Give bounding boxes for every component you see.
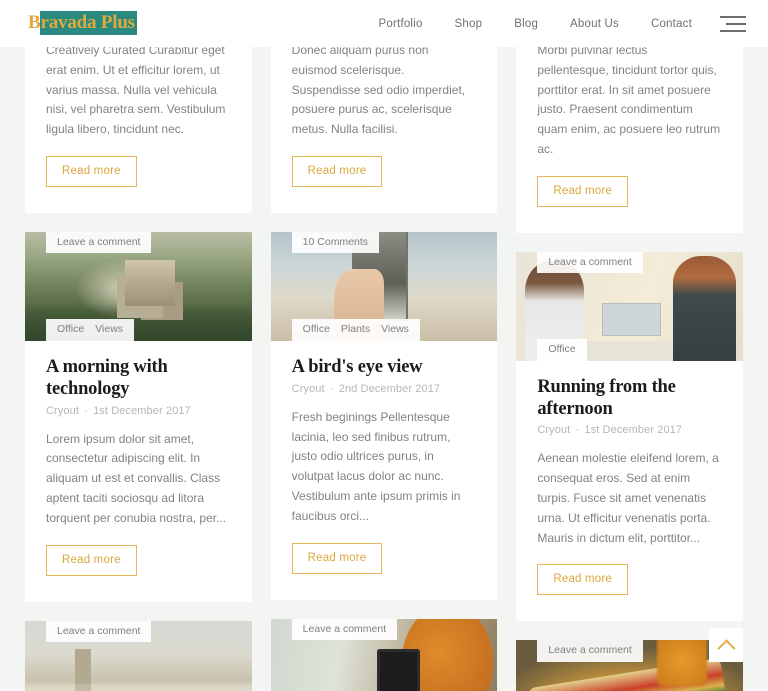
post-thumbnail[interactable]: Leave a comment Office Views — [270, 618, 498, 691]
read-more-button[interactable]: Read more — [46, 155, 137, 187]
post-title[interactable]: A morning with technology — [46, 357, 231, 401]
scroll-to-top-button[interactable] — [709, 628, 743, 662]
post-author[interactable]: Cryout — [46, 405, 79, 417]
post-excerpt: Donec aliquam purus non euismod sceleris… — [291, 43, 466, 137]
post-excerpt: Lorem ipsum dolor sit amet, consectetur … — [46, 431, 227, 525]
post-title[interactable]: Running from the afternoon — [537, 377, 722, 421]
nav-item-shop[interactable]: Shop — [439, 18, 499, 30]
post-card-a-morning-with-technology[interactable]: Leave a comment Office Views A morning w… — [25, 231, 252, 602]
post-column-left: Cryout · 5th May 2018 Creatively Curated… — [25, 0, 252, 691]
post-title[interactable]: A bird's eye view — [292, 357, 477, 379]
nav-item-about-us[interactable]: About Us — [554, 18, 635, 30]
logo-remaining-text: ravada Plus — [40, 11, 137, 35]
comments-badge[interactable]: Leave a comment — [46, 620, 152, 643]
category-link[interactable]: Views — [381, 324, 409, 335]
hamburger-line — [726, 22, 746, 25]
meta-separator: · — [575, 424, 580, 437]
category-badge: Office Plants Views — [291, 319, 420, 341]
post-excerpt: Creatively Curated Curabitur eget erat e… — [46, 43, 226, 137]
post-author[interactable]: Cryout — [537, 424, 570, 436]
desk-shape — [579, 341, 685, 361]
read-more-button[interactable]: Read more — [537, 564, 629, 596]
post-excerpt: Fresh beginings Pellentesque lacinia, le… — [291, 409, 461, 523]
comments-badge[interactable]: Leave a comment — [46, 231, 152, 254]
comments-badge[interactable]: 10 Comments — [291, 231, 380, 254]
nav-item-contact[interactable]: Contact — [635, 18, 714, 30]
read-more-button[interactable]: Read more — [291, 542, 383, 574]
category-link[interactable]: Office — [57, 324, 84, 335]
post-column-middle: Cryout · 3rd December 2017 Donec aliquam… — [270, 0, 498, 691]
category-link[interactable]: Plants — [341, 324, 370, 335]
post-thumbnail[interactable]: Leave a comment Office Views — [25, 231, 252, 341]
category-link[interactable]: Views — [95, 324, 123, 335]
nav-item-blog[interactable]: Blog — [498, 18, 554, 30]
hamburger-icon[interactable] — [720, 15, 746, 32]
comments-badge[interactable]: Leave a comment — [291, 618, 398, 641]
category-link[interactable]: Office — [548, 344, 575, 355]
post-date[interactable]: 1st December 2017 — [93, 405, 191, 417]
laptop-shape — [602, 303, 662, 336]
post-card-a-birds-eye-view[interactable]: 10 Comments Office Plants Views A bird's… — [270, 231, 498, 600]
post-excerpt: Morbi pulvinar lectus pellentesque, tinc… — [537, 43, 721, 156]
post-date[interactable]: 2nd December 2017 — [339, 383, 440, 395]
comments-badge[interactable]: Leave a comment — [537, 640, 643, 662]
post-meta: Cryout · 2nd December 2017 — [292, 383, 477, 395]
post-meta: Cryout · 1st December 2017 — [46, 405, 231, 417]
post-thumbnail[interactable]: Leave a comment Office Plants — [25, 620, 252, 691]
post-card-running-from-the-afternoon[interactable]: Leave a comment Office Running from the … — [516, 251, 744, 622]
post-card-without-looking-both[interactable]: Leave a comment Office Views Without loo… — [270, 618, 498, 691]
post-card-bridge-field[interactable]: Leave a comment Office Plants — [25, 620, 252, 691]
post-column-right: Cryout · 2nd December 2017 Morbi pulvina… — [516, 0, 744, 691]
read-more-button[interactable]: Read more — [291, 155, 383, 187]
comments-badge[interactable]: Leave a comment — [537, 251, 643, 274]
site-logo[interactable]: Bravada Plus — [28, 11, 137, 35]
post-excerpt: Aenean molestie eleifend lorem, a conseq… — [537, 451, 719, 545]
post-meta: Cryout · 1st December 2017 — [537, 424, 722, 436]
category-badge: Office Views — [46, 319, 135, 341]
category-badge: Office — [537, 339, 587, 361]
read-more-button[interactable]: Read more — [537, 175, 629, 207]
post-author[interactable]: Cryout — [292, 383, 325, 395]
category-link[interactable]: Office — [303, 324, 330, 335]
hamburger-line — [720, 29, 746, 32]
chevron-up-icon — [716, 638, 736, 658]
post-thumbnail[interactable]: Leave a comment Office — [516, 251, 744, 361]
post-grid: Cryout · 5th May 2018 Creatively Curated… — [25, 0, 744, 691]
meta-separator: · — [329, 382, 334, 395]
nav-item-portfolio[interactable]: Portfolio — [363, 18, 439, 30]
site-header: Bravada Plus Portfolio Shop Blog About U… — [0, 0, 768, 47]
hamburger-line — [720, 15, 746, 18]
post-thumbnail[interactable]: 10 Comments Office Plants Views — [270, 231, 498, 341]
meta-separator: · — [84, 404, 88, 417]
post-date[interactable]: 1st December 2017 — [584, 424, 682, 436]
read-more-button[interactable]: Read more — [46, 544, 137, 576]
primary-navigation: Portfolio Shop Blog About Us Contact — [363, 15, 746, 32]
logo-first-letter: B — [28, 12, 41, 33]
